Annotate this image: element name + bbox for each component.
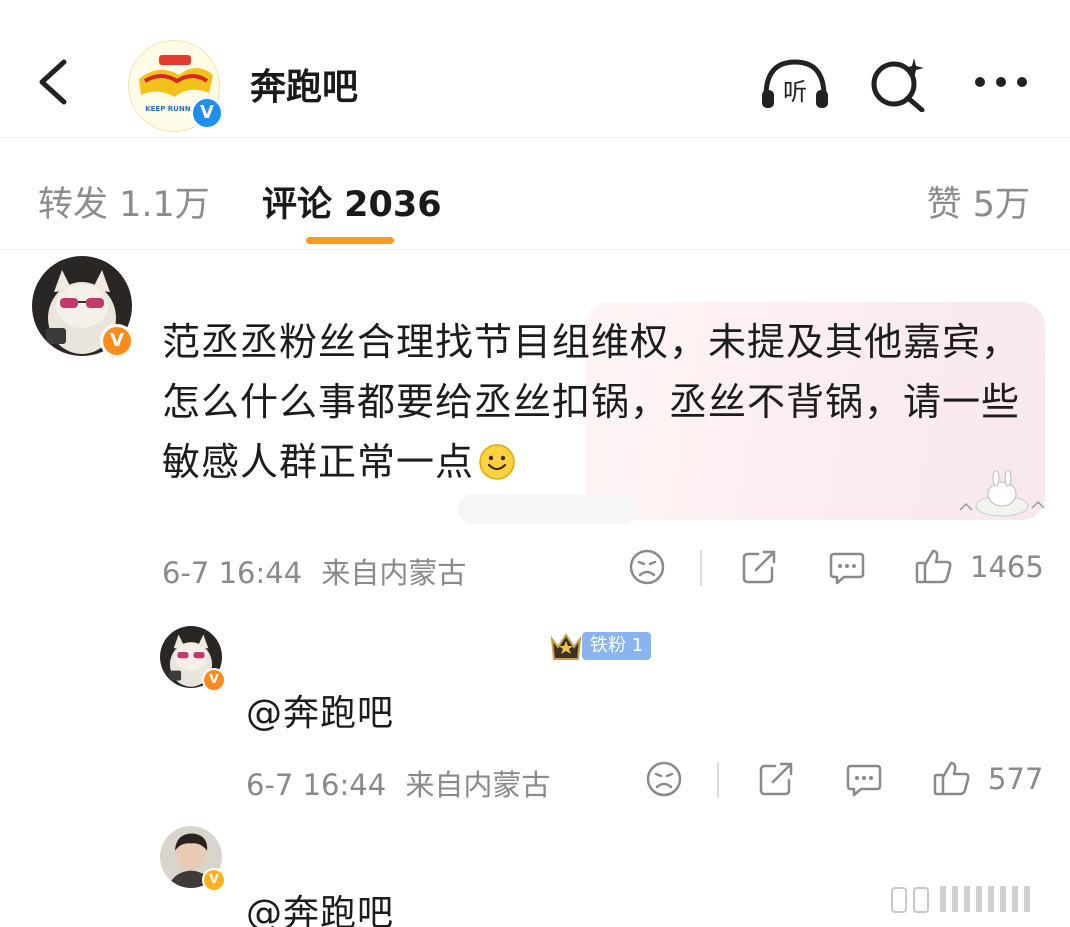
reply-avatar[interactable]: V [160, 826, 226, 892]
more-dots-icon[interactable] [970, 62, 1032, 102]
fan-level-label: 铁粉 1 [582, 632, 652, 660]
commenter-avatar[interactable]: V [32, 256, 134, 358]
reply-avatar[interactable]: V [160, 626, 226, 692]
crown-icon [550, 633, 582, 660]
reply-text[interactable]: @奔跑吧 [246, 684, 394, 736]
reply-location: 来自内蒙古 [405, 768, 551, 802]
dislike-face-icon[interactable] [645, 760, 683, 798]
action-divider [700, 550, 702, 586]
account-name[interactable]: 奔跑吧 [250, 58, 358, 110]
thumbs-up-icon[interactable] [914, 546, 954, 586]
share-icon[interactable] [740, 548, 778, 586]
listen-icon[interactable]: 听 [758, 56, 832, 112]
ai-search-icon[interactable] [868, 56, 930, 112]
thumbs-up-icon[interactable] [932, 758, 972, 798]
comment-body: 范丞丞粉丝合理找节目组维权，未提及其他嘉宾，怎么什么事都要给丞丝扣锅，丞丝不背锅… [162, 320, 1021, 484]
tab-comments[interactable]: 评论 2036 [262, 176, 442, 227]
account-avatar[interactable]: KEEP RUNNING V [128, 40, 224, 132]
comment-timestamp: 6-7 16:44 [162, 556, 303, 590]
verified-badge-yellow: V [202, 868, 226, 892]
comment-like-count: 1465 [970, 550, 1044, 584]
verified-badge-orange: V [202, 668, 226, 692]
bunny-decoration-icon [959, 470, 1045, 517]
svg-text:听: 听 [783, 78, 807, 106]
action-divider [717, 762, 719, 798]
tab-likes[interactable]: 赞 5万 [927, 176, 1030, 227]
verified-badge-blue: V [190, 96, 224, 130]
reply-meta: 6-7 16:44 来自内蒙古 [246, 762, 550, 804]
tab-bar: 转发 1.1万 评论 2036 赞 5万 [0, 138, 1070, 250]
comment-meta: 6-7 16:44 来自内蒙古 [162, 550, 466, 592]
comment-text: 范丞丞粉丝合理找节目组维权，未提及其他嘉宾，怎么什么事都要给丞丝扣锅，丞丝不背锅… [162, 312, 1022, 492]
blurred-region [458, 494, 638, 524]
reply-text[interactable]: @奔跑吧 [246, 884, 394, 927]
reply-timestamp: 6-7 16:44 [246, 768, 387, 802]
smiley-emoji-icon [479, 444, 515, 480]
comment-icon[interactable] [828, 548, 866, 586]
reply-like-count: 577 [988, 762, 1044, 796]
active-tab-indicator [306, 237, 394, 244]
dislike-face-icon[interactable] [628, 548, 666, 586]
share-icon[interactable] [757, 760, 795, 798]
comment-icon[interactable] [845, 760, 883, 798]
top-bar: KEEP RUNNING V 奔跑吧 听 [0, 0, 1070, 138]
fan-level-badge: 铁粉 1 [548, 630, 652, 662]
tab-repost[interactable]: 转发 1.1万 [38, 176, 210, 227]
comment-location: 来自内蒙古 [321, 556, 467, 590]
watermark-icon [891, 886, 1030, 913]
verified-badge-orange: V [100, 324, 134, 358]
chevron-left-icon[interactable] [30, 52, 74, 112]
